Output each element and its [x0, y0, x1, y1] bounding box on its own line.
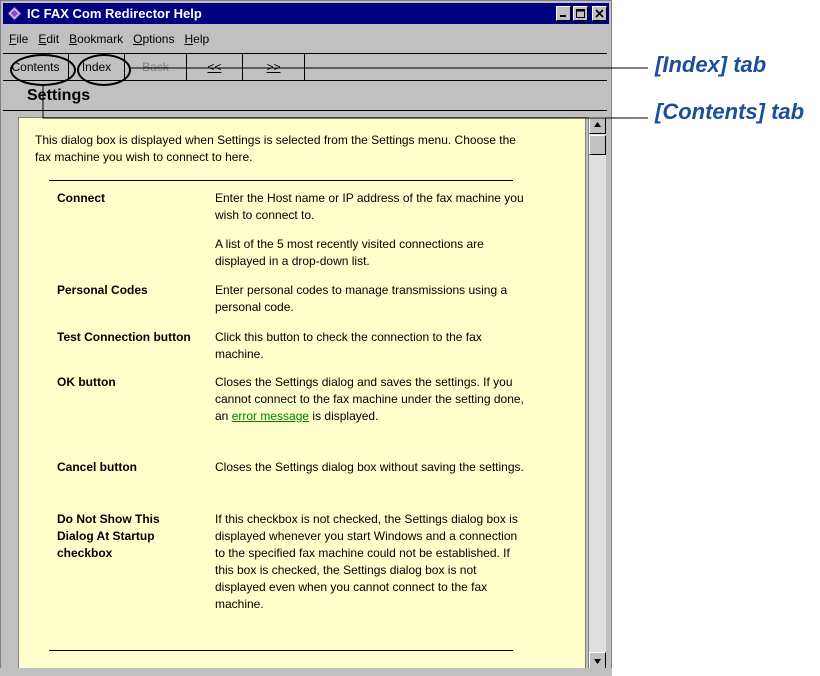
contents-tab-callout: [Contents] tab — [655, 99, 805, 124]
index-tab-callout: [Index] tab — [655, 52, 767, 77]
contents-callout-line — [42, 86, 648, 119]
